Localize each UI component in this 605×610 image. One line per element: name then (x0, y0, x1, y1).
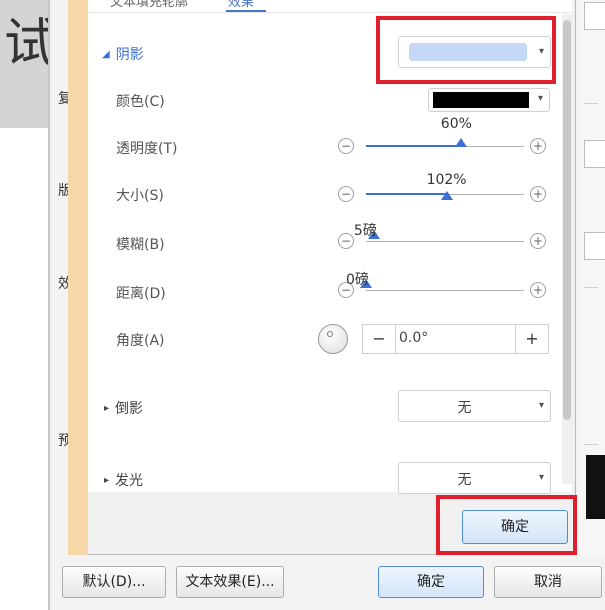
highlight-shadow-preset (376, 16, 556, 84)
reflection-section-header[interactable]: ▸ 倒影 (104, 398, 143, 418)
active-tab-indicator (226, 10, 266, 12)
angle-label: 角度(A) (116, 333, 165, 349)
transparency-value: 60% (440, 116, 472, 132)
shadow-color-swatch (433, 92, 529, 108)
outer-field[interactable] (584, 2, 605, 30)
size-decrease-button[interactable]: − (338, 186, 354, 202)
glow-title: 发光 (115, 473, 144, 489)
tab-fill-outline[interactable]: 文本填充轮廓 (110, 0, 188, 10)
reflection-title: 倒影 (115, 401, 144, 417)
size-increase-button[interactable]: + (530, 186, 546, 202)
size-slider-thumb[interactable] (440, 191, 453, 200)
transparency-slider-fill (366, 145, 461, 147)
distance-slider-track[interactable] (366, 290, 524, 291)
color-label: 颜色(C) (116, 94, 165, 110)
angle-dial-marker (327, 331, 333, 337)
shadow-section-header[interactable]: ◢ 阴影 (102, 44, 144, 64)
distance-increase-button[interactable]: + (530, 282, 546, 298)
chevron-down-icon: ▾ (537, 93, 543, 104)
transparency-decrease-button[interactable]: − (338, 138, 354, 154)
angle-dial[interactable] (318, 324, 348, 354)
glow-section-header[interactable]: ▸ 发光 (104, 470, 143, 490)
cancel-button[interactable]: 取消 (494, 566, 602, 598)
outer-divider (584, 287, 598, 288)
angle-spinbox[interactable]: − 0.0° + (362, 324, 549, 354)
angle-decrease-button[interactable]: − (363, 325, 396, 353)
glow-dropdown[interactable]: 无 ▾ (398, 462, 551, 494)
chevron-down-icon: ▾ (538, 472, 544, 483)
outer-divider (584, 103, 598, 104)
outer-divider (584, 444, 598, 445)
transparency-increase-button[interactable]: + (530, 138, 546, 154)
reflection-dropdown[interactable]: 无 ▾ (398, 390, 551, 422)
reflection-value: 无 (457, 400, 472, 416)
text-effects-button[interactable]: 文本效果(E)... (176, 566, 284, 598)
glow-value: 无 (457, 472, 472, 488)
outer-field[interactable] (584, 140, 605, 168)
blur-slider-track[interactable] (366, 241, 524, 242)
scrollbar-thumb[interactable] (563, 20, 571, 420)
collapsed-triangle-icon: ▸ (104, 474, 110, 486)
size-label: 大小(S) (116, 188, 164, 204)
chevron-down-icon: ▾ (538, 400, 544, 411)
angle-value[interactable]: 0.0° (399, 330, 428, 346)
outer-field[interactable] (584, 232, 605, 260)
expand-triangle-icon: ◢ (102, 48, 110, 60)
highlight-ok-button (436, 495, 577, 555)
transparency-slider-thumb[interactable] (454, 138, 467, 147)
document-text-box: 试 (0, 0, 56, 128)
shadow-color-picker[interactable]: ▾ (428, 88, 550, 112)
size-slider-fill (366, 193, 447, 195)
preview-area (586, 455, 605, 519)
distance-label: 距离(D) (116, 286, 166, 302)
transparency-label: 透明度(T) (116, 141, 178, 157)
shadow-title: 阴影 (115, 47, 144, 63)
default-button[interactable]: 默认(D)... (62, 566, 166, 598)
collapsed-triangle-icon: ▸ (104, 402, 110, 414)
ok-button[interactable]: 确定 (378, 566, 484, 598)
blur-increase-button[interactable]: + (530, 233, 546, 249)
distance-value: 0磅 (346, 272, 369, 288)
blur-decrease-button[interactable]: − (338, 233, 354, 249)
tab-effects[interactable]: 效果 (228, 0, 254, 10)
size-value: 102% (426, 172, 467, 188)
blur-label: 模糊(B) (116, 237, 165, 253)
blur-value: 5磅 (353, 223, 377, 239)
dialog-gutter (68, 0, 88, 555)
angle-increase-button[interactable]: + (515, 325, 548, 353)
